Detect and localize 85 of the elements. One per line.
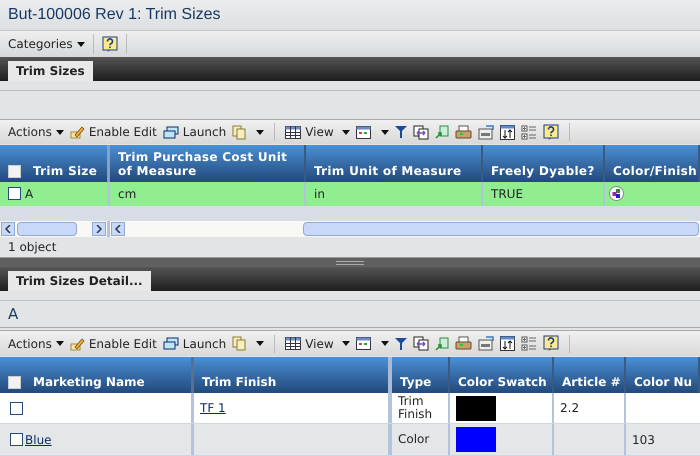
column-header[interactable]: Trim Size [0, 145, 110, 182]
column-header[interactable]: Trim Purchase Cost Unit of Measure [110, 145, 306, 182]
table-icon [285, 126, 302, 139]
table-row[interactable]: A cm in TRUE [0, 182, 700, 206]
table-cell-text: TRUE [491, 186, 524, 203]
windows-icon [162, 126, 179, 139]
chevron-left-icon [5, 224, 11, 233]
export-icon[interactable] [434, 125, 449, 140]
column-header[interactable]: Trim Unit of Measure [306, 145, 483, 182]
checkbox[interactable] [8, 187, 21, 200]
trim-finish-link[interactable]: TF 1 [200, 399, 226, 418]
scroll-left-button[interactable] [111, 222, 125, 236]
help-icon[interactable] [542, 335, 559, 352]
export-icon[interactable] [434, 336, 449, 351]
link-icon[interactable] [478, 124, 494, 140]
view-menu[interactable]: View [285, 123, 350, 142]
enable-edit-button[interactable]: Enable Edit [70, 334, 157, 353]
categories-menu[interactable]: Categories [8, 35, 85, 54]
copy-icon[interactable] [232, 336, 246, 352]
printer-icon[interactable] [454, 336, 472, 352]
actions-menu[interactable]: Actions [8, 123, 64, 142]
chevron-left-icon [115, 224, 121, 233]
column-header[interactable]: Color/Finish [605, 145, 700, 182]
scroll-right-button[interactable] [92, 222, 106, 236]
table-cell-text: 2.2 [560, 400, 580, 418]
checkbox[interactable] [10, 433, 23, 446]
table-cell-text: Trim Finish [398, 395, 434, 422]
table-settings-icon[interactable] [356, 337, 371, 350]
view-menu[interactable]: View [285, 334, 350, 353]
caret-icon [342, 130, 350, 135]
compare-icon[interactable] [412, 124, 429, 140]
actions-menu[interactable]: Actions [8, 334, 64, 353]
table-cell-text: cm [118, 186, 136, 203]
column-header[interactable]: Marketing Name [0, 357, 194, 393]
object-count: 1 object [8, 239, 56, 256]
table-cell-text: 103 [632, 432, 655, 449]
table-cell-text: A [25, 186, 34, 203]
table-settings-icon[interactable] [356, 126, 371, 139]
dropdown-caret-icon [256, 341, 264, 346]
sort-icon[interactable] [500, 336, 515, 352]
scrollbar-thumb[interactable] [17, 222, 77, 236]
sort-icon[interactable] [500, 124, 515, 140]
enable-edit-button[interactable]: Enable Edit [70, 123, 157, 142]
table-cell: Color [398, 433, 430, 446]
printer-icon[interactable] [454, 124, 472, 140]
help-icon[interactable] [102, 36, 118, 53]
column-header[interactable]: Trim Finish [194, 357, 392, 393]
windows-icon [162, 337, 179, 350]
link-icon[interactable] [478, 336, 494, 352]
scroll-left-button[interactable] [1, 222, 15, 236]
column-header[interactable]: Color Swatch [450, 357, 554, 393]
dropdown-caret-icon [256, 130, 264, 135]
column-header[interactable]: Article # [554, 357, 626, 393]
dropdown-caret-icon [380, 130, 389, 135]
column-header[interactable]: Color Nu [626, 357, 700, 393]
table-icon [285, 337, 302, 350]
table-cell-text: in [314, 186, 325, 203]
record-heading: A [8, 304, 18, 325]
compare-icon[interactable] [412, 336, 429, 352]
tab[interactable]: Trim Sizes [8, 61, 93, 82]
tab[interactable]: Trim Sizes Detail... [8, 270, 151, 291]
expand-list-icon[interactable] [520, 336, 537, 352]
pencil-icon [70, 336, 85, 351]
launch-button[interactable]: Launch [162, 334, 226, 353]
caret-icon [56, 341, 64, 346]
color-palette-icon[interactable] [609, 186, 624, 202]
column-header[interactable]: Type [392, 357, 450, 393]
caret-icon [56, 130, 64, 135]
caret-icon [342, 341, 350, 346]
marketing-name-link[interactable]: Blue [25, 430, 52, 449]
splitter-grip-icon[interactable] [336, 260, 364, 265]
scrollbar-thumb[interactable] [303, 222, 699, 236]
column-header[interactable]: Freely Dyable? [483, 145, 605, 182]
checkbox[interactable] [10, 402, 23, 415]
expand-list-icon[interactable] [520, 124, 537, 140]
help-icon[interactable] [542, 124, 559, 141]
caret-icon [76, 42, 85, 47]
copy-icon[interactable] [232, 124, 246, 140]
window-title: But-100006 Rev 1: Trim Sizes [8, 4, 221, 25]
dropdown-caret-icon [380, 341, 389, 346]
launch-button[interactable]: Launch [162, 123, 226, 142]
filter-icon[interactable] [394, 336, 407, 351]
chevron-right-icon [96, 224, 102, 233]
filter-icon[interactable] [394, 125, 407, 140]
pencil-icon [70, 125, 85, 140]
